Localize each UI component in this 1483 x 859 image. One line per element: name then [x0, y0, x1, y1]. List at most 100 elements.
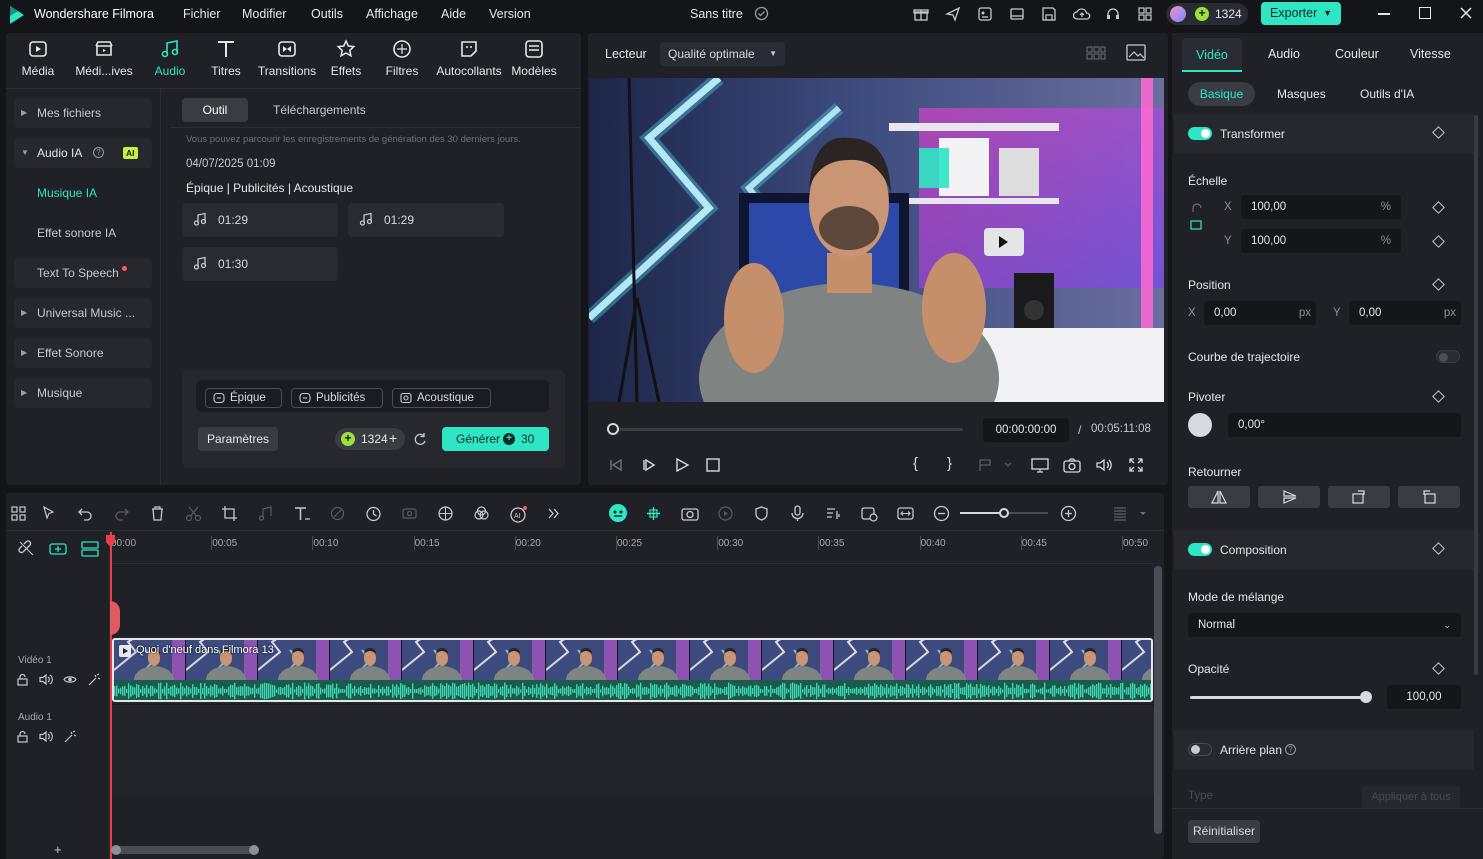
playback-scrubber[interactable] — [613, 428, 963, 431]
snapshot-camera-icon[interactable] — [1063, 457, 1081, 473]
sidebar-item-text-to-speech[interactable]: Text To Speech — [14, 258, 152, 288]
track-visibility-eye-icon[interactable] — [63, 673, 77, 686]
color-match-icon[interactable] — [437, 505, 454, 522]
scale-y-input[interactable]: 100,00% — [1241, 229, 1401, 253]
timeline-vertical-scrollbar[interactable] — [1154, 566, 1162, 834]
scrubber-handle[interactable] — [607, 423, 619, 435]
tab-titles[interactable]: Titres — [194, 38, 258, 78]
close-button[interactable] — [1458, 5, 1474, 21]
tab-couleur[interactable]: Couleur — [1335, 47, 1379, 61]
menu-fichier[interactable]: Fichier — [183, 7, 221, 21]
timeline-settings-icon[interactable] — [1112, 505, 1146, 522]
maximize-button[interactable] — [1419, 7, 1431, 19]
sidebar-item-universal-music[interactable]: ▶ Universal Music ... — [14, 298, 152, 328]
track-audio-icon[interactable] — [39, 673, 53, 686]
video-preview[interactable] — [589, 78, 1164, 402]
tab-templates[interactable]: Modèles — [502, 38, 566, 78]
track-card[interactable]: 01:29 — [182, 203, 338, 237]
shield-icon[interactable] — [753, 505, 770, 522]
text-tool-icon[interactable] — [293, 505, 310, 522]
magnet-snap-icon[interactable] — [645, 505, 662, 522]
microphone-icon[interactable] — [789, 505, 806, 522]
playhead-marker[interactable] — [110, 601, 120, 635]
cloud-upload-icon[interactable] — [1073, 6, 1091, 24]
stop-icon[interactable] — [706, 458, 720, 472]
menu-version[interactable]: Version — [489, 7, 531, 21]
mark-out-icon[interactable]: } — [947, 455, 952, 472]
tab-transitions[interactable]: Transitions — [255, 38, 319, 78]
marker-dropdown-icon[interactable] — [977, 457, 1013, 473]
audio-track-area[interactable] — [110, 704, 1154, 794]
tab-stickers[interactable]: Autocollants — [432, 38, 506, 78]
menu-aide[interactable]: Aide — [441, 7, 466, 21]
effects-circles-icon[interactable] — [473, 505, 490, 522]
generate-button[interactable]: Générer + 30 — [442, 427, 549, 451]
auto-highlight-icon[interactable] — [608, 503, 627, 522]
position-y-input[interactable]: 0,00 px — [1349, 301, 1461, 325]
select-cursor-icon[interactable] — [41, 505, 58, 522]
subtab-basique[interactable]: Basique — [1188, 82, 1255, 106]
opacity-slider-track[interactable] — [1190, 696, 1366, 699]
fullscreen-icon[interactable] — [1128, 457, 1144, 473]
add-audio-track-icon[interactable] — [81, 540, 99, 557]
add-track-button[interactable]: + — [54, 842, 62, 857]
rotate-left-button[interactable] — [1398, 486, 1460, 508]
split-scissors-icon[interactable] — [185, 505, 202, 522]
sidebar-item-effet-sonore[interactable]: ▶ Effet Sonore — [14, 338, 152, 368]
mark-in-icon[interactable]: { — [913, 455, 918, 472]
ai-tools-icon[interactable]: AI — [509, 505, 527, 523]
subtab-outils-ia[interactable]: Outils d'IA — [1360, 87, 1414, 101]
lock-ratio-icon[interactable] — [1189, 203, 1205, 233]
tag-chip-publicites[interactable]: Publicités — [291, 388, 383, 408]
credits-pill[interactable]: + 1324 + — [335, 428, 405, 450]
track-audio-icon[interactable] — [39, 730, 53, 743]
trajectory-toggle[interactable] — [1436, 350, 1460, 363]
play-icon[interactable] — [674, 457, 690, 473]
flip-vertical-button[interactable] — [1258, 486, 1320, 508]
play-circle-icon[interactable] — [717, 505, 734, 522]
track-lock-icon[interactable] — [16, 673, 29, 686]
zoom-in-icon[interactable] — [1060, 505, 1077, 522]
tab-video[interactable]: Vidéo — [1182, 38, 1242, 72]
text-to-speech-icon[interactable] — [825, 505, 842, 522]
opacity-slider-handle[interactable] — [1360, 691, 1372, 703]
display-settings-icon[interactable] — [1031, 457, 1049, 473]
tag-chip-epique[interactable]: Épique — [205, 388, 282, 408]
timeline-horizontal-scrollbar[interactable] — [111, 845, 259, 855]
background-toggle[interactable] — [1188, 743, 1212, 756]
tab-filters[interactable]: Filtres — [370, 38, 434, 78]
zoom-out-icon[interactable] — [933, 505, 950, 522]
link-icon[interactable] — [18, 540, 35, 557]
transform-toggle[interactable] — [1188, 127, 1212, 140]
gift-icon[interactable] — [913, 6, 931, 24]
redo-icon[interactable] — [113, 505, 130, 522]
ai-copilot-icon[interactable] — [861, 505, 878, 522]
tag-chip-acoustique[interactable]: Acoustique — [392, 388, 491, 408]
scale-x-input[interactable]: 100,00% — [1241, 195, 1401, 219]
tab-stock-media[interactable]: Médi...ives — [72, 38, 136, 78]
track-card[interactable]: 01:29 — [348, 203, 504, 237]
sidebar-item-effet-sonore-ia[interactable]: Effet sonore IA — [37, 226, 116, 240]
menu-outils[interactable]: Outils — [311, 7, 343, 21]
scroll-handle-right[interactable] — [249, 845, 259, 855]
image-view-icon[interactable] — [1126, 44, 1146, 61]
add-video-track-icon[interactable] — [49, 540, 67, 557]
tab-audio-props[interactable]: Audio — [1268, 47, 1300, 61]
tab-vitesse[interactable]: Vitesse — [1410, 47, 1451, 61]
minimize-button[interactable] — [1378, 13, 1390, 15]
stabilize-icon[interactable] — [401, 505, 418, 522]
more-chevrons-icon[interactable] — [545, 505, 562, 522]
grid-view-icon[interactable] — [1086, 45, 1106, 61]
zoom-slider-handle[interactable] — [999, 508, 1009, 518]
render-preview-icon[interactable] — [681, 505, 699, 522]
rotate-dial[interactable] — [1188, 413, 1212, 437]
track-magic-icon[interactable] — [63, 730, 77, 743]
save-icon[interactable] — [1041, 6, 1059, 24]
track-lock-icon[interactable] — [16, 730, 29, 743]
flip-horizontal-button[interactable] — [1188, 486, 1250, 508]
speed-clock-icon[interactable] — [365, 505, 382, 522]
quality-dropdown[interactable]: Qualité optimale ▼ — [660, 42, 785, 66]
tab-media[interactable]: Média — [6, 38, 70, 78]
previous-frame-icon[interactable] — [608, 457, 624, 473]
subtab-masques[interactable]: Masques — [1277, 87, 1326, 101]
